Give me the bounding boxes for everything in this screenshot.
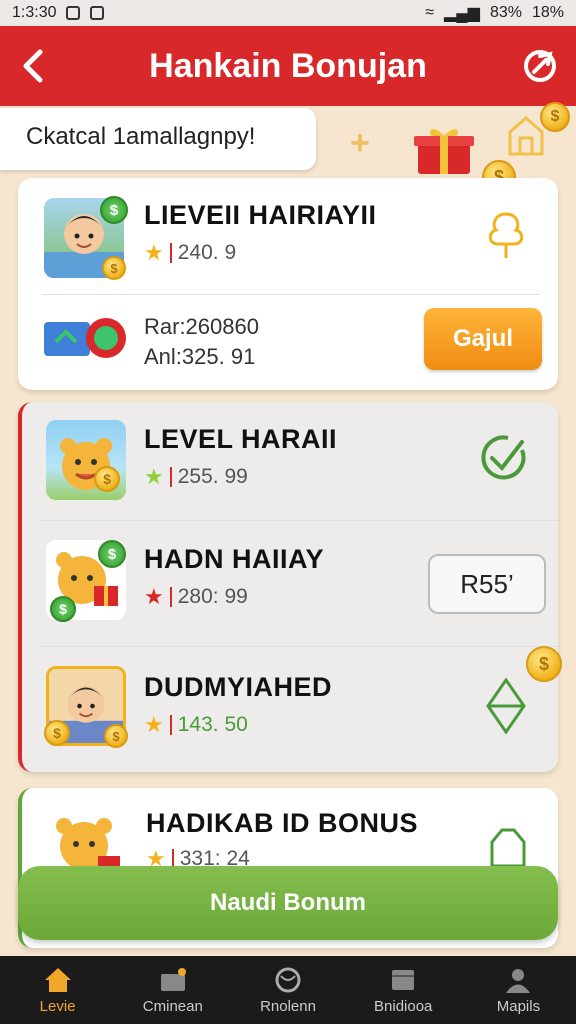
nav-item-bnidiooa[interactable]: Bnidiooa	[346, 956, 461, 1024]
star-icon: ★	[144, 240, 164, 265]
refresh-icon[interactable]	[520, 46, 560, 86]
score-value: 240. 9	[177, 241, 237, 264]
page-title: Hankain Bonujan	[149, 46, 427, 85]
profile-icon	[506, 968, 531, 993]
nav-label: Mapils	[496, 997, 541, 1015]
wifi-icon: ≈	[425, 4, 434, 21]
nav-label: Bnidiooa	[374, 997, 433, 1015]
nav-item-cminean[interactable]: Cminean	[115, 956, 230, 1024]
star-icon: ★	[144, 712, 164, 737]
status-time: 1:3:30	[12, 4, 57, 21]
coin-icon: $	[44, 720, 70, 746]
divider	[42, 294, 540, 295]
card-title: HADIKAB ID BONUS	[146, 808, 419, 838]
nav-label: Rnolenn	[260, 997, 316, 1015]
score-value: 280: 99	[177, 585, 248, 608]
bonus-list-card: $ LEVEL HARAII ★ 255. 99 $ $ HADN HAIIAY…	[18, 402, 558, 772]
gift-box-icon	[414, 129, 474, 174]
bonus-card-level: $ $ LIEVEII HAIRIAYII ★ 240. 9 Rar:26086…	[18, 178, 558, 390]
status-battery-alt: 18%	[531, 4, 564, 21]
nav-label: Cminean	[142, 997, 203, 1015]
dollar-badge-icon: $	[100, 196, 128, 224]
status-battery-percent: 83%	[489, 4, 522, 21]
app-notification-icon	[90, 6, 105, 20]
subtitle-banner: Ckatcal 1amallagnpy!	[0, 108, 316, 170]
separator	[169, 587, 172, 607]
diamond-icon[interactable]	[484, 676, 528, 736]
coin-icon: $	[94, 466, 120, 492]
row-score: ★ 255. 99	[144, 464, 248, 490]
price-button[interactable]: R55’	[428, 554, 546, 614]
dollar-badge-icon: $	[98, 540, 126, 568]
home-outline-icon[interactable]	[486, 824, 530, 870]
info-line-rate: Rar:260860	[144, 314, 259, 339]
star-icon: ★	[144, 584, 164, 609]
back-arrow-icon[interactable]	[16, 46, 52, 86]
check-circle-icon[interactable]	[478, 432, 530, 484]
wallet-icon	[160, 967, 186, 991]
coin-icon: $	[104, 724, 128, 748]
card-score: ★ 240. 9	[144, 240, 236, 266]
app-header: Hankain Bonujan	[0, 26, 576, 106]
coin-icon: $	[540, 102, 570, 132]
nav-label: Levie	[39, 997, 76, 1015]
info-line-amount: Anl:325. 91	[144, 344, 256, 369]
notification-icon	[66, 6, 81, 20]
score-value: 255. 99	[177, 465, 248, 488]
divider	[40, 520, 558, 521]
sparkle-icon: +	[350, 124, 370, 162]
coin-icon: $	[102, 256, 126, 280]
claim-button[interactable]: Gajul	[424, 308, 542, 370]
tree-icon	[488, 212, 524, 258]
divider	[40, 646, 558, 647]
row-title: HADN HAIIAY	[144, 544, 325, 574]
separator	[169, 243, 172, 263]
bottom-nav: Levie Cminean Rnolenn Bnidiooa Mapils	[0, 956, 576, 1024]
claim-bonus-button[interactable]: Naudi Bonum	[18, 866, 558, 940]
star-icon: ★	[144, 464, 164, 489]
row-title: LEVEL HARAII	[144, 424, 338, 454]
signal-icon: ▂▄▆	[443, 5, 480, 22]
row-score: ★ 143. 50	[144, 712, 248, 738]
cash-icon	[44, 318, 126, 358]
status-bar: 1:3:30 ≈ ▂▄▆ 83% 18%	[0, 0, 576, 26]
separator	[169, 715, 172, 735]
coin-icon: $	[526, 646, 562, 682]
globe-icon	[275, 967, 301, 992]
dollar-badge-icon: $	[50, 596, 76, 622]
home-icon	[44, 967, 71, 992]
card-title: LIEVEII HAIRIAYII	[144, 200, 377, 230]
nav-item-levie[interactable]: Levie	[0, 956, 115, 1024]
nav-item-rnolenn[interactable]: Rnolenn	[230, 956, 345, 1024]
row-score: ★ 280: 99	[144, 584, 248, 610]
box-icon	[392, 969, 415, 990]
nav-item-mapils[interactable]: Mapils	[461, 956, 576, 1024]
row-title: DUDMYIAHED	[144, 672, 333, 702]
separator	[169, 467, 172, 487]
score-value: 143. 50	[177, 713, 248, 736]
